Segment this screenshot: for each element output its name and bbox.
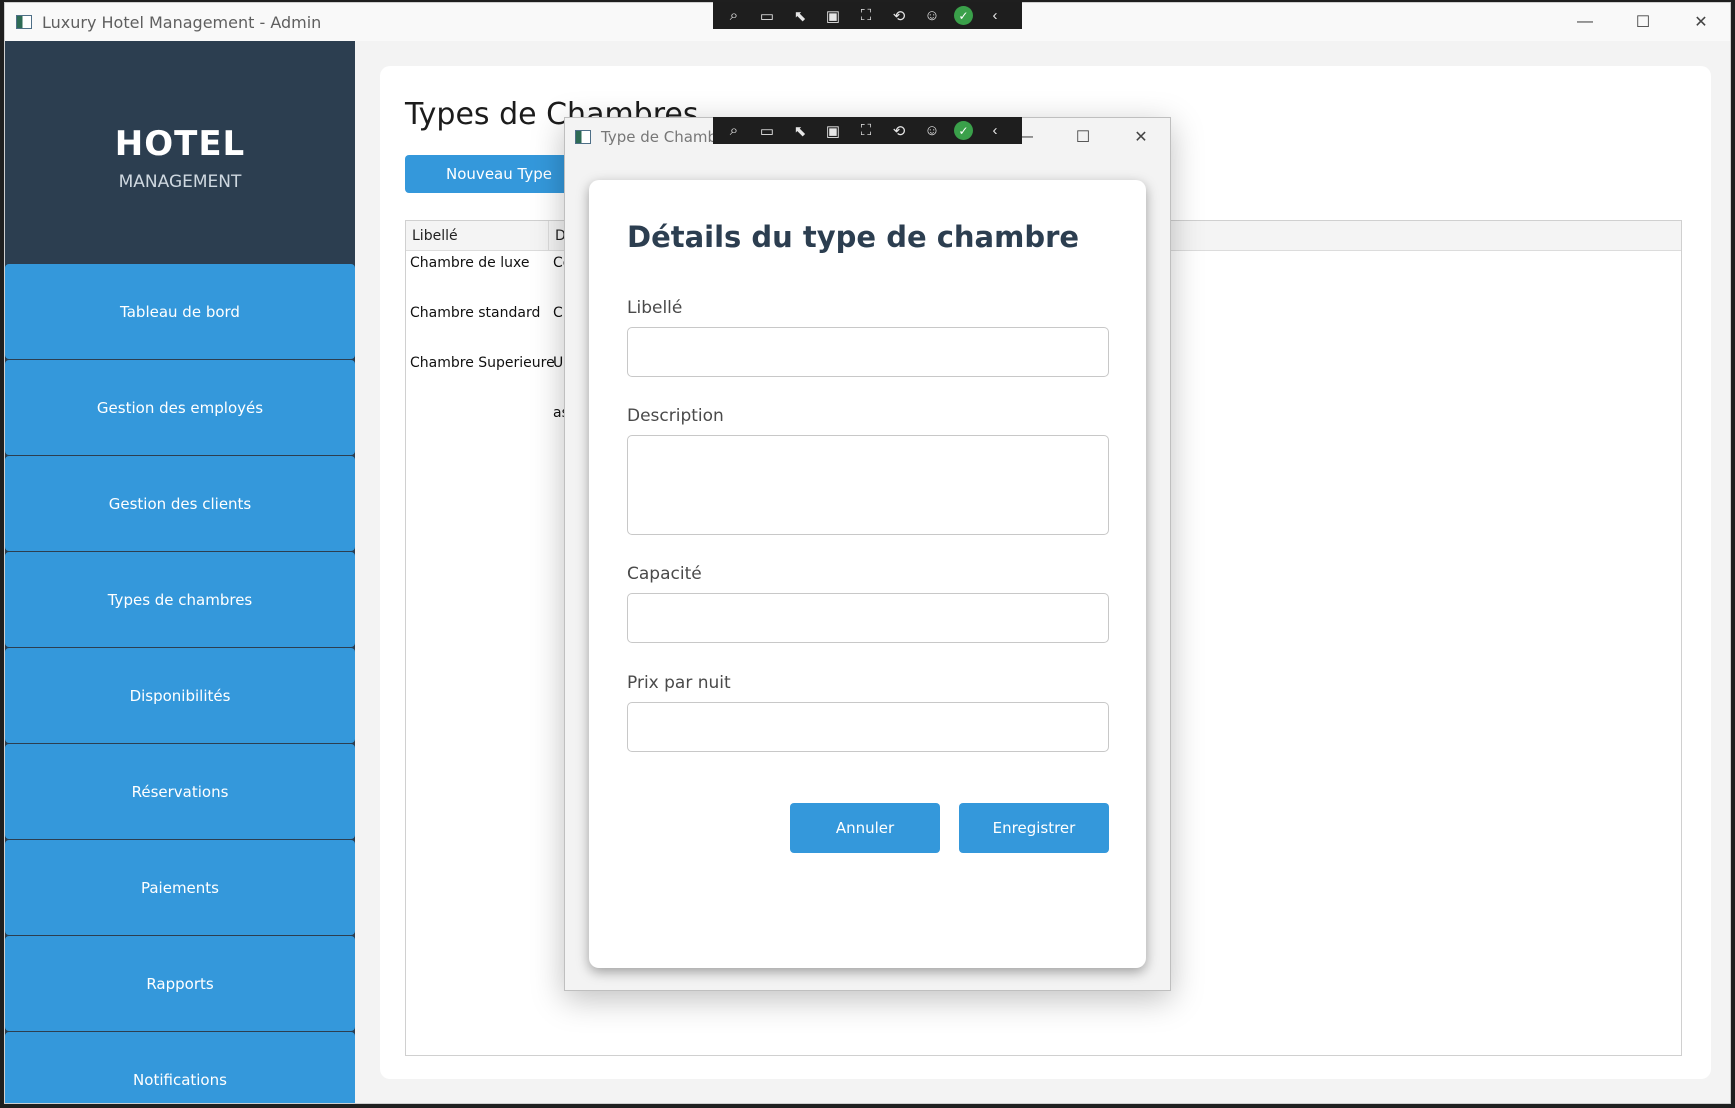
sidebar-item-notifications[interactable]: Notifications [5,1032,355,1103]
video-icon[interactable]: ▭ [756,121,778,141]
brand-subtitle: MANAGEMENT [118,171,242,192]
libelle-input[interactable] [627,327,1109,377]
collapse-icon[interactable]: ‹ [984,6,1006,26]
description-input[interactable] [627,435,1109,535]
sidebar-item-availability[interactable]: Disponibilités [5,648,355,743]
sidebar-item-dashboard[interactable]: Tableau de bord [5,264,355,359]
sidebar-item-reservations[interactable]: Réservations [5,744,355,839]
pointer-icon[interactable]: ⬉ [789,121,811,141]
collapse-icon[interactable]: ‹ [984,121,1006,141]
brand: HOTEL MANAGEMENT [5,41,355,264]
room-type-form: Détails du type de chambre Libellé Descr… [589,180,1146,968]
table-cell-libelle[interactable]: Chambre standard [410,305,540,321]
capacite-label: Capacité [627,564,702,584]
brand-title: HOTEL [114,123,246,164]
layout-adorner-icon[interactable]: ▣ [822,6,844,26]
dialog-close-button[interactable]: ✕ [1112,118,1170,156]
prix-label: Prix par nuit [627,673,731,693]
window-title: Luxury Hotel Management - Admin [42,12,322,32]
prix-input[interactable] [627,702,1109,752]
pointer-icon[interactable]: ⬉ [789,6,811,26]
app-icon [16,15,32,29]
sidebar-item-clients[interactable]: Gestion des clients [5,456,355,551]
binding-ok-icon[interactable]: ✓ [954,6,973,25]
sidebar-item-reports[interactable]: Rapports [5,936,355,1031]
save-button[interactable]: Enregistrer [959,803,1109,853]
hot-reload-icon[interactable]: ⟲ [888,121,910,141]
layout-adorner-icon[interactable]: ▣ [822,121,844,141]
hot-reload-icon[interactable]: ⟲ [888,6,910,26]
accessibility-icon[interactable]: ☺ [921,6,943,26]
select-element-icon[interactable]: ⌕ [723,121,745,141]
close-button[interactable]: ✕ [1672,3,1730,41]
table-cell-libelle[interactable]: Chambre de luxe [410,255,529,271]
cancel-button[interactable]: Annuler [790,803,940,853]
binding-ok-icon[interactable]: ✓ [954,121,973,140]
maximize-button[interactable]: ☐ [1614,3,1672,41]
sidebar-item-payments[interactable]: Paiements [5,840,355,935]
form-heading: Détails du type de chambre [627,220,1080,254]
sidebar: HOTEL MANAGEMENT Tableau de bord Gestion… [5,41,355,1103]
track-focus-icon[interactable]: ⛶ [855,6,877,26]
window-controls: — ☐ ✕ [1556,3,1730,41]
sidebar-item-employees[interactable]: Gestion des employés [5,360,355,455]
sidebar-item-room-types[interactable]: Types de chambres [5,552,355,647]
video-icon[interactable]: ▭ [756,6,778,26]
minimize-button[interactable]: — [1556,3,1614,41]
libelle-label: Libellé [627,298,683,318]
capacite-input[interactable] [627,593,1109,643]
select-element-icon[interactable]: ⌕ [723,6,745,26]
debug-toolbar: ⌕ ▭ ⬉ ▣ ⛶ ⟲ ☺ ✓ ‹ [713,2,1022,29]
track-focus-icon[interactable]: ⛶ [855,121,877,141]
table-cell-libelle[interactable]: Chambre Superieure [410,355,555,371]
dialog-maximize-button[interactable]: ☐ [1054,118,1112,156]
dialog-window-controls: — ☐ ✕ [996,118,1170,156]
accessibility-icon[interactable]: ☺ [921,121,943,141]
column-header-libelle[interactable]: Libellé [406,221,549,251]
description-label: Description [627,406,724,426]
dialog-debug-toolbar: ⌕ ▭ ⬉ ▣ ⛶ ⟲ ☺ ✓ ‹ [713,117,1022,144]
dialog-app-icon [575,130,591,144]
dialog-window: Type de Chambre — ☐ ✕ Détails du type de… [564,117,1171,991]
sidebar-nav: Tableau de bord Gestion des employés Ges… [5,264,355,1103]
